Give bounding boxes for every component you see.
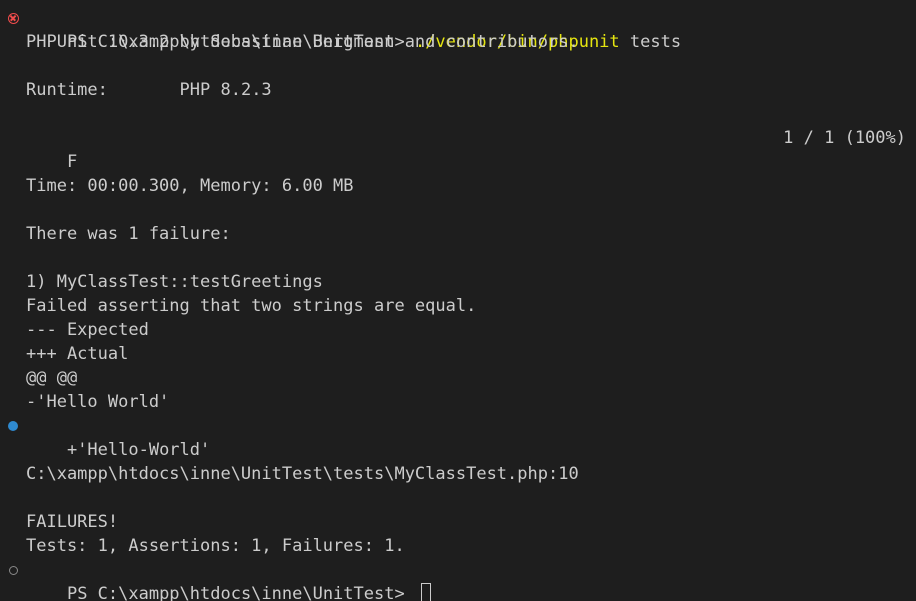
runtime-value: PHP 8.2.3 [179, 80, 272, 100]
failures-banner: FAILURES! [26, 512, 119, 532]
failure-heading: There was 1 failure: [26, 224, 231, 244]
failure-message: Failed asserting that two strings are eq… [26, 296, 477, 316]
blue-dot-icon[interactable] [8, 421, 18, 431]
current-prompt-line: PS C:\xampp\htdocs\inne\UnitTest> [0, 558, 916, 601]
diff-expected-line: --- Expected [26, 320, 149, 340]
failure-title: 1) MyClassTest::testGreetings [26, 272, 323, 292]
command-status-gutter[interactable] [7, 6, 19, 30]
version-line: PHPUnit 10.3.2 by Sebastian Bergmann and… [26, 32, 579, 52]
progress-line: F 1 / 1 (100%) [0, 126, 916, 172]
final-prompt-text: PS C:\xampp\htdocs\inne\UnitTest> [66, 584, 415, 601]
text-cursor[interactable] [420, 583, 431, 601]
diff-actual-line: +++ Actual [26, 344, 129, 364]
runtime-line: Runtime: PHP 8.2.3 [0, 78, 916, 102]
failure-location: C:\xampp\htdocs\inne\UnitTest\tests\MyCl… [26, 464, 579, 484]
time-memory-line: Time: 00:00.300, Memory: 6.00 MB [26, 176, 354, 196]
current-status-gutter[interactable] [7, 558, 19, 582]
terminal-panel[interactable]: PS C:\xampp\htdocs\inne\UnitTest> ./vend… [0, 0, 916, 601]
diff-plus-line: +'Hello-World' [0, 414, 916, 460]
diff-minus-line: -'Hello World' [26, 392, 170, 412]
progress-count: 1 / 1 (100%) [783, 128, 906, 148]
runtime-spacer [108, 80, 180, 100]
error-circle-icon[interactable] [7, 12, 19, 24]
command-line: PS C:\xampp\htdocs\inne\UnitTest> ./vend… [0, 6, 916, 52]
summary-line: Tests: 1, Assertions: 1, Failures: 1. [26, 536, 405, 556]
idle-circle-icon[interactable] [8, 565, 18, 575]
runtime-label: Runtime: [26, 80, 108, 100]
diff-hunk-line: @@ @@ [26, 368, 78, 388]
marker-gutter[interactable] [7, 414, 19, 438]
